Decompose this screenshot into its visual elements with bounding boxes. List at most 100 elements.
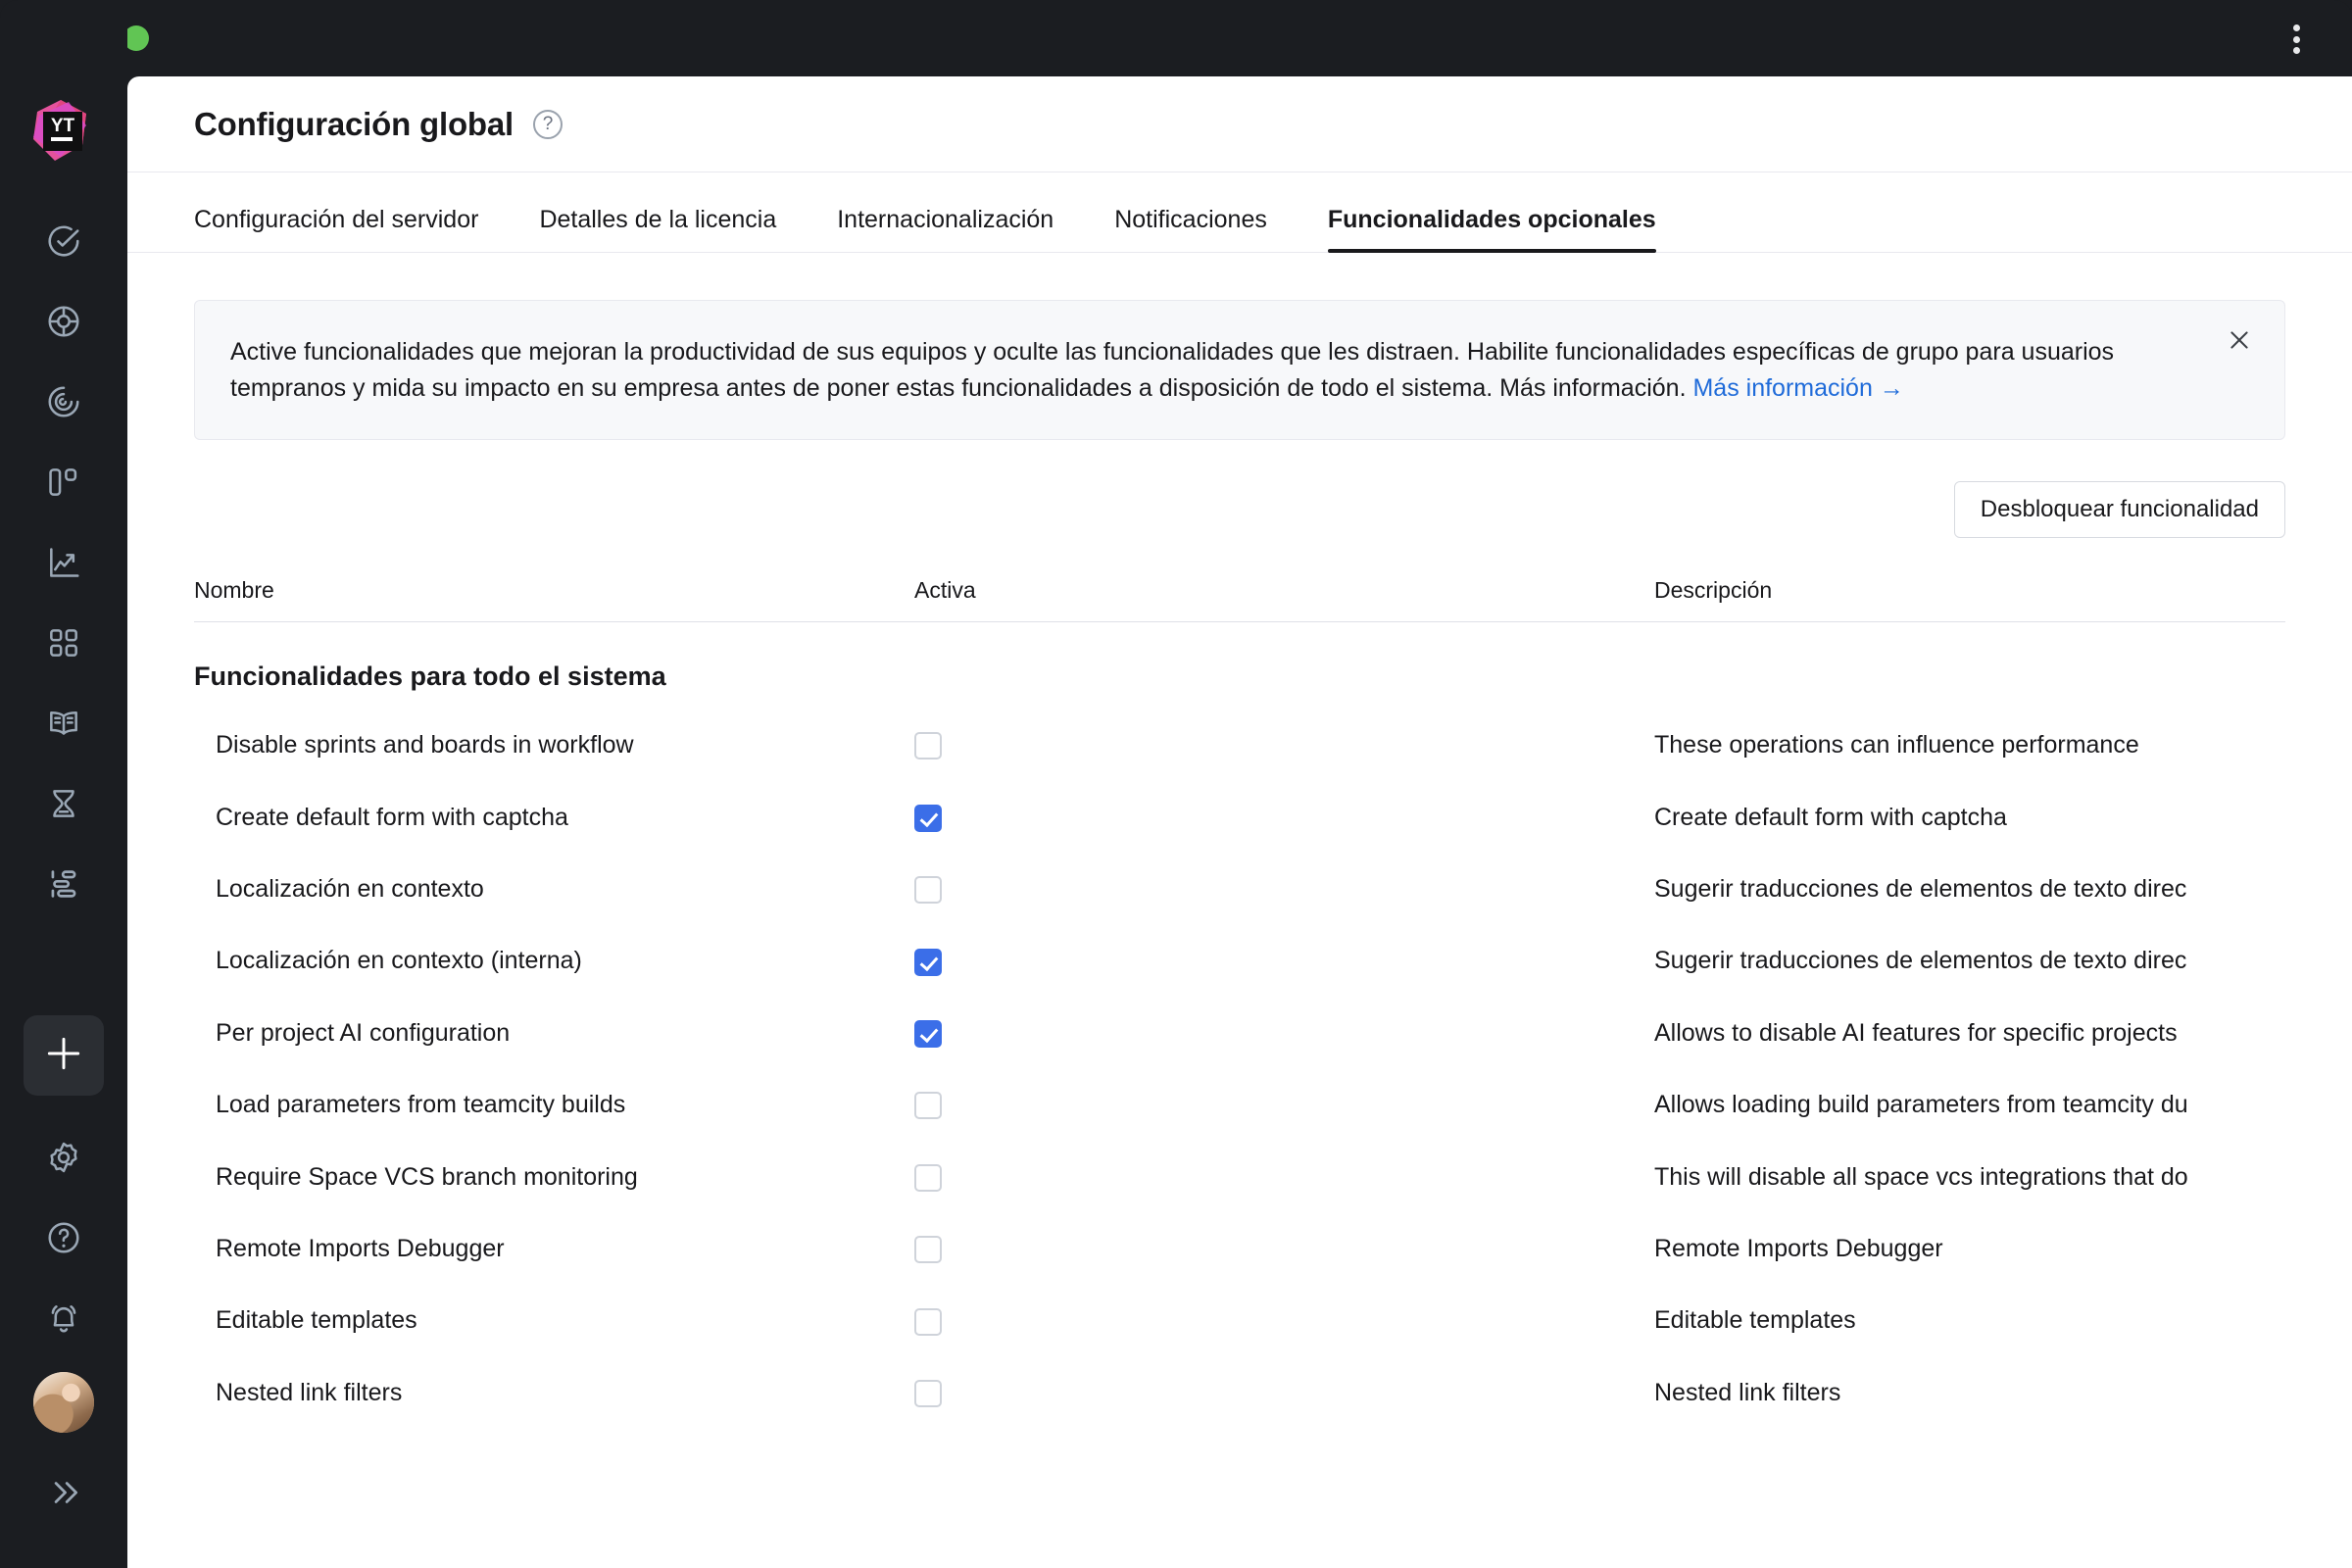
tab-optional-features[interactable]: Funcionalidades opcionales: [1327, 206, 1656, 253]
feature-active-cell: [914, 925, 1654, 997]
column-header-description: Descripción: [1654, 577, 2285, 622]
toolbar-actions: Desbloquear funcionalidad: [194, 481, 2285, 538]
table-row: Create default form with captcha Create d…: [194, 781, 2285, 853]
sidebar-item-help[interactable]: [24, 1198, 104, 1278]
table-row: Load parameters from teamcity builds Allo…: [194, 1069, 2285, 1141]
youtrack-logo[interactable]: YT: [25, 96, 96, 167]
expand-sidebar-button[interactable]: [24, 1452, 104, 1533]
feature-name: Remote Imports Debugger: [216, 1234, 505, 1262]
table-row: Localización en contexto (interna) Sugeri…: [194, 925, 2285, 997]
sidebar-item-issues[interactable]: [24, 201, 104, 281]
feature-description: These operations can influence performan…: [1654, 731, 2139, 760]
feature-active-cell: [914, 781, 1654, 853]
feature-active-checkbox[interactable]: [914, 1019, 942, 1048]
feature-description: Remote Imports Debugger: [1654, 1234, 1943, 1262]
feature-name: Per project AI configuration: [216, 1018, 511, 1047]
feature-active-cell: [914, 710, 1654, 781]
gear-icon: [45, 1139, 82, 1176]
bell-icon: [45, 1299, 82, 1337]
create-button[interactable]: [24, 1015, 104, 1096]
chart-line-up-icon: [45, 544, 82, 581]
sidebar-item-agile-boards[interactable]: [24, 281, 104, 362]
feature-active-cell: [914, 1141, 1654, 1212]
kebab-menu-icon[interactable]: [2281, 22, 2311, 57]
feature-active-checkbox[interactable]: [914, 1307, 942, 1336]
feature-active-checkbox[interactable]: [914, 948, 942, 976]
tab-notifications[interactable]: Notificaciones: [1114, 206, 1267, 252]
feature-active-checkbox[interactable]: [914, 876, 942, 905]
table-row: Editable templates Editable templates: [194, 1285, 2285, 1356]
more-info-link[interactable]: Más información →: [1692, 374, 1903, 402]
group-title: Funcionalidades para todo el sistema: [194, 662, 666, 691]
feature-description: Editable templates: [1654, 1306, 1856, 1335]
check-circle-icon: [45, 222, 82, 260]
unlock-feature-button[interactable]: Desbloquear funcionalidad: [1953, 481, 2285, 538]
feature-active-cell: [914, 998, 1654, 1069]
feature-description: Sugerir traducciones de elementos de tex…: [1654, 947, 2187, 975]
info-banner: Active funcionalidades que mejoran la pr…: [194, 300, 2285, 440]
book-open-icon: [45, 705, 82, 742]
sidebar-item-reports[interactable]: [24, 362, 104, 442]
table-row: Remote Imports Debugger Remote Imports De…: [194, 1213, 2285, 1285]
sidebar-item-knowledge-base[interactable]: [24, 683, 104, 763]
feature-active-checkbox[interactable]: [914, 1379, 942, 1407]
sidebar-utility-nav: [0, 1015, 127, 1533]
features-table: Nombre Activa Descripción Funcionalidade…: [194, 577, 2285, 1429]
sidebar-item-dashboards[interactable]: [24, 603, 104, 683]
feature-active-cell: [914, 854, 1654, 925]
sidebar-item-settings[interactable]: [24, 1117, 104, 1198]
table-row: Require Space VCS branch monitoring This …: [194, 1141, 2285, 1212]
sidebar-item-notifications[interactable]: [24, 1278, 104, 1358]
feature-active-checkbox[interactable]: [914, 1163, 942, 1192]
feature-description: Create default form with captcha: [1654, 803, 2007, 831]
feature-description: Nested link filters: [1654, 1378, 1841, 1406]
feature-active-cell: [914, 1069, 1654, 1141]
title-bar: [0, 0, 2352, 76]
feature-active-checkbox[interactable]: [914, 804, 942, 832]
feature-active-checkbox[interactable]: [914, 1092, 942, 1120]
page-header: Configuración global ?: [127, 76, 2352, 172]
feature-name: Load parameters from teamcity builds: [216, 1091, 626, 1119]
chevron-double-right-icon: [45, 1474, 82, 1511]
target-icon: [45, 303, 82, 340]
columns-icon: [45, 464, 82, 501]
features-table-body: Funcionalidades para todo el sistema Dis…: [194, 622, 2285, 1429]
tab-server-settings[interactable]: Configuración del servidor: [194, 206, 478, 252]
sidebar-item-boards[interactable]: [24, 442, 104, 522]
feature-active-checkbox[interactable]: [914, 1236, 942, 1264]
feature-name: Localización en contexto: [216, 874, 484, 903]
feature-name: Create default form with captcha: [216, 803, 568, 831]
grid-squares-icon: [45, 624, 82, 662]
sidebar-item-gantt[interactable]: [24, 844, 104, 924]
feature-name: Disable sprints and boards in workflow: [216, 731, 634, 760]
table-header-row: Nombre Activa Descripción: [194, 577, 2285, 622]
feature-name: Nested link filters: [216, 1378, 403, 1406]
main-panel: Configuración global ? Configuración del…: [127, 76, 2352, 1568]
feature-active-cell: [914, 1285, 1654, 1356]
help-icon[interactable]: ?: [532, 109, 563, 139]
feature-description: This will disable all space vcs integrat…: [1654, 1162, 2188, 1191]
tab-license-details[interactable]: Detalles de la licencia: [539, 206, 776, 252]
avatar[interactable]: [33, 1372, 94, 1433]
feature-name: Require Space VCS branch monitoring: [216, 1162, 638, 1191]
feature-active-cell: [914, 1213, 1654, 1285]
feature-name: Localización en contexto (interna): [216, 947, 582, 975]
close-icon: [2227, 327, 2252, 358]
column-header-active: Activa: [914, 577, 1654, 622]
sidebar: YT: [0, 0, 127, 1568]
sidebar-primary-nav: [0, 201, 127, 924]
avatar-image: [33, 1372, 94, 1433]
tab-internationalization[interactable]: Internacionalización: [837, 206, 1054, 252]
close-banner-button[interactable]: [2220, 322, 2259, 362]
table-group-row: Funcionalidades para todo el sistema: [194, 622, 2285, 710]
sidebar-item-analytics[interactable]: [24, 522, 104, 603]
feature-name: Editable templates: [216, 1306, 417, 1335]
column-header-name: Nombre: [194, 577, 914, 622]
table-row: Disable sprints and boards in workflow Th…: [194, 710, 2285, 781]
feature-active-checkbox[interactable]: [914, 732, 942, 760]
plus-icon: [42, 1032, 85, 1080]
sidebar-item-time-tracking[interactable]: [24, 763, 104, 844]
table-row: Nested link filters Nested link filters: [194, 1357, 2285, 1429]
question-circle-icon: [45, 1219, 82, 1256]
feature-description: Allows loading build parameters from tea…: [1654, 1091, 2188, 1119]
